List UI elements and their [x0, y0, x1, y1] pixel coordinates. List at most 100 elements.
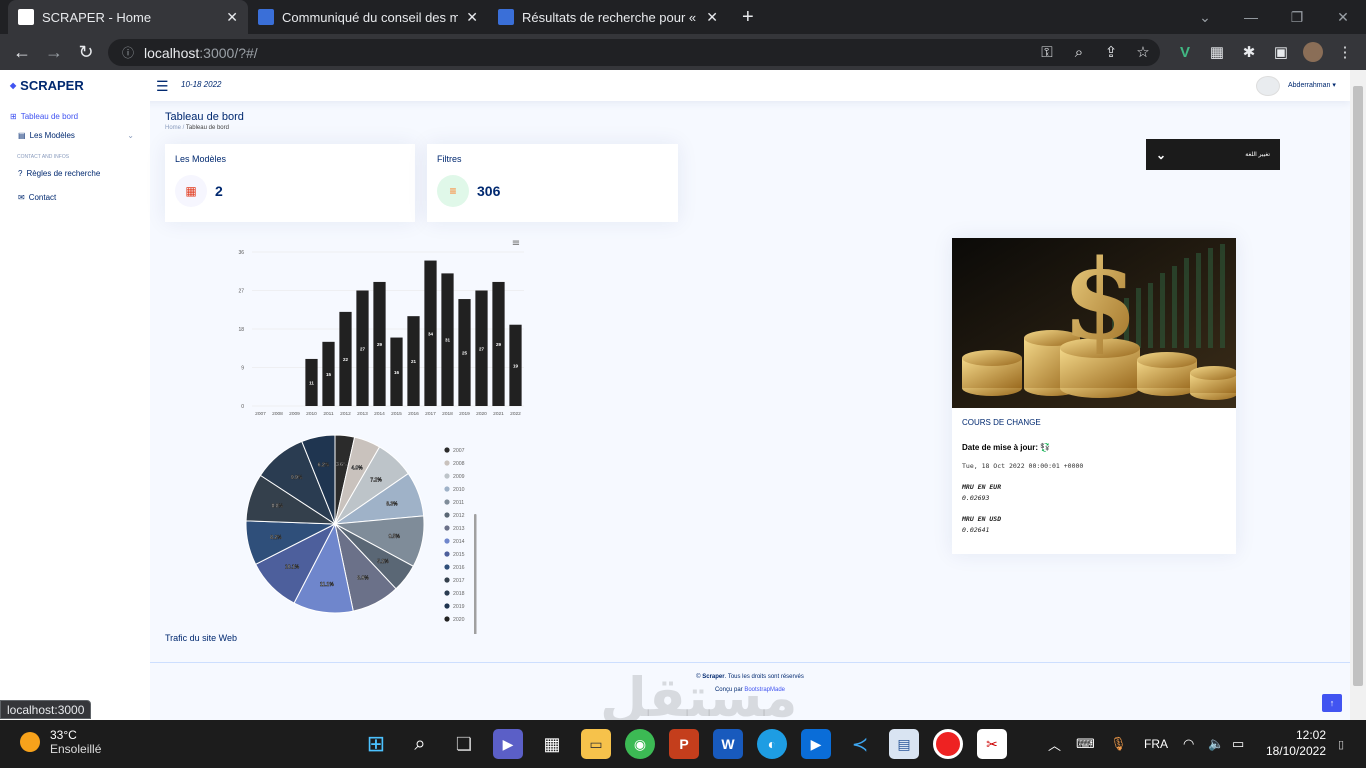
user-dropdown[interactable]: Abderrahman ▾ [1288, 81, 1336, 89]
bar-data-label: 11 [309, 380, 314, 385]
y-tick-label: 18 [238, 327, 244, 333]
bookmark-star-icon[interactable]: ☆ [1128, 34, 1158, 70]
powerpoint-icon[interactable]: P [669, 729, 699, 759]
pie-slice-label: 3.6% [336, 462, 348, 468]
volume-icon[interactable]: 🔈 [1208, 720, 1224, 768]
user-avatar[interactable] [1256, 76, 1280, 96]
x-tick-label: 2009 [289, 411, 300, 417]
key-icon[interactable]: ⚿ [1032, 34, 1062, 70]
media-player-icon[interactable]: ▶ [801, 729, 831, 759]
language-select[interactable]: ⌄ تغيير اللغة [1146, 139, 1280, 170]
close-tab-icon[interactable]: ✕ [706, 9, 718, 26]
mostaql-watermark-logo: مستقل [600, 666, 798, 720]
menu-icon: ▤ [18, 131, 26, 140]
x-tick-label: 2018 [442, 411, 453, 417]
qr-code-icon[interactable]: ▦ [1202, 34, 1232, 70]
eur-value: 0.02693 [962, 494, 990, 502]
battery-icon[interactable]: ▭ [1232, 720, 1244, 768]
sidebar-item-contact[interactable]: ✉ Contact [18, 193, 56, 202]
forward-arrow-icon[interactable]: → [38, 34, 70, 70]
extensions-puzzle-icon[interactable]: ✱ [1234, 34, 1264, 70]
tab-search-chevron-icon[interactable]: ⌄ [1182, 0, 1228, 34]
weather-widget[interactable]: 33°C Ensoleillé [20, 728, 101, 756]
tab-search-results[interactable]: Résultats de recherche pour « go ✕ [488, 0, 728, 34]
scrollbar-thumb[interactable] [1353, 86, 1363, 686]
vue-devtools-icon[interactable]: V [1170, 34, 1200, 70]
profile-avatar[interactable] [1298, 34, 1328, 70]
legend-label: 2009 [453, 474, 465, 480]
legend-marker [444, 512, 450, 518]
recorder-icon[interactable] [933, 729, 963, 759]
wifi-icon[interactable]: ◠ [1183, 720, 1194, 768]
tab-title: SCRAPER - Home [42, 9, 152, 25]
network-app-icon[interactable]: ▤ [889, 729, 919, 759]
minimize-icon[interactable]: — [1228, 0, 1274, 34]
sidebar-toggle-icon[interactable]: ☰ [156, 78, 169, 95]
file-explorer-icon[interactable]: ▭ [581, 729, 611, 759]
address-bar[interactable]: ⓘ localhost:3000/?#/ [108, 39, 1160, 66]
card-title: Les Modèles [175, 154, 227, 164]
show-hidden-icons[interactable]: ︿ [1048, 720, 1061, 768]
teams-chat-icon[interactable]: ▶ [493, 729, 523, 759]
sidebar-item-dashboard[interactable]: ⊞ Tableau de bord [10, 112, 78, 121]
legend-label: 2011 [453, 500, 464, 506]
back-arrow-icon[interactable]: ← [6, 34, 38, 70]
page-scrollbar[interactable] [1350, 70, 1366, 720]
legend-label: 2016 [453, 565, 465, 571]
legend-label: 2018 [453, 591, 465, 597]
y-tick-label: 0 [241, 404, 244, 410]
zoom-icon[interactable]: ⌕ [1064, 34, 1094, 70]
input-language[interactable]: FRA [1144, 720, 1168, 768]
edge-icon[interactable]: ◐ [757, 729, 787, 759]
vscode-icon[interactable]: ≺ [845, 729, 875, 759]
legend-scrollbar [474, 514, 477, 634]
grid-icon: ⊞ [10, 112, 17, 121]
share-icon[interactable]: ⇪ [1096, 34, 1126, 70]
updated-value: Tue, 18 Oct 2022 00:00:01 +0000 [962, 462, 1084, 470]
sidebar-item-models[interactable]: ▤ Les Modèles ⌄ [18, 131, 134, 140]
bar-data-label: 16 [394, 370, 400, 375]
back-to-top-button[interactable]: ↑ [1322, 694, 1342, 712]
exchange-card: $ COURS DE CHANGE Date de mise à jour: 💱… [952, 238, 1236, 554]
search-icon[interactable]: ⌕ [405, 729, 435, 759]
reload-icon[interactable]: ↻ [70, 34, 102, 70]
windows-start-icon[interactable]: ⊞ [361, 729, 391, 759]
x-tick-label: 2017 [425, 411, 436, 417]
close-window-icon[interactable]: ✕ [1320, 0, 1366, 34]
word-icon[interactable]: W [713, 729, 743, 759]
snipping-tool-icon[interactable]: ✂ [977, 729, 1007, 759]
task-view-icon[interactable]: ❏ [449, 729, 479, 759]
breadcrumb: Home / Tableau de bord [165, 125, 229, 131]
browser-menu-icon[interactable]: ⋮ [1330, 34, 1360, 70]
scraper-favicon [18, 9, 34, 25]
bar-data-label: 27 [479, 346, 485, 351]
close-tab-icon[interactable]: ✕ [466, 9, 478, 26]
info-icon[interactable]: ⓘ [122, 44, 134, 61]
x-tick-label: 2012 [340, 411, 351, 417]
keyboard-icon[interactable]: ⌨ [1076, 720, 1095, 768]
breadcrumb-home[interactable]: Home [165, 125, 181, 131]
app-logo[interactable]: ◆ SCRAPER [10, 78, 84, 93]
breadcrumb-current: Tableau de bord [185, 125, 229, 131]
side-panel-icon[interactable]: ▣ [1266, 34, 1296, 70]
tab-scraper-home[interactable]: SCRAPER - Home ✕ [8, 0, 248, 34]
restore-icon[interactable]: ❐ [1274, 0, 1320, 34]
close-tab-icon[interactable]: ✕ [226, 9, 238, 26]
sidebar-item-search-rules[interactable]: ? Règles de recherche [18, 169, 100, 178]
pie-slice-label: 7.2% [370, 478, 382, 484]
chrome-icon[interactable]: ◉ [625, 729, 655, 759]
system-clock[interactable]: 12:02 18/10/2022 [1256, 727, 1326, 759]
microphone-icon[interactable]: 🎙 [1110, 720, 1127, 768]
pie-slice-label: 5.2% [377, 559, 389, 565]
tab-communique[interactable]: Communiqué du conseil des mini ✕ [248, 0, 488, 34]
legend-label: 2015 [453, 552, 465, 558]
models-card: Les Modèles ▦ 2 [165, 144, 415, 222]
store-icon[interactable]: ▦ [537, 729, 567, 759]
notification-icon[interactable]: ▯ [1338, 720, 1344, 768]
logo-mark-icon: ◆ [10, 81, 17, 90]
bar-data-label: 15 [326, 372, 332, 377]
new-tab-button[interactable]: + [732, 0, 762, 34]
weather-condition: Ensoleillé [50, 742, 102, 756]
legend-label: 2008 [453, 461, 465, 467]
legend-marker [444, 551, 450, 557]
